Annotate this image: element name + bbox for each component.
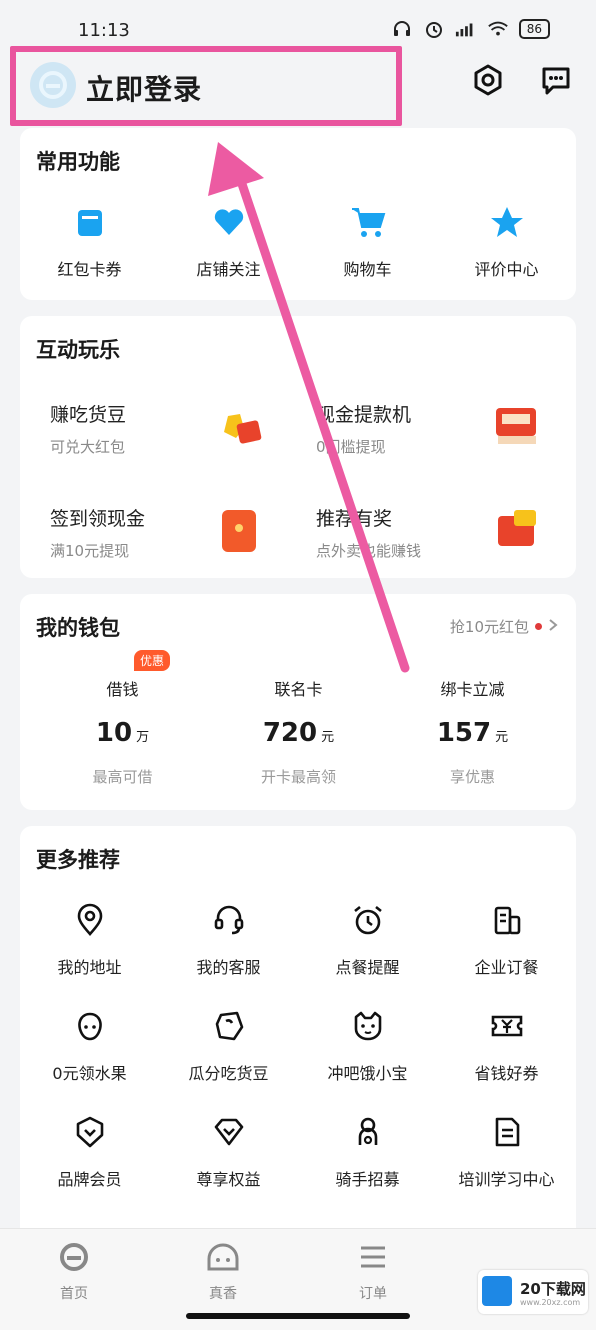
tab-orders[interactable]: 订单 [323,1237,423,1303]
home-icon [54,1237,94,1277]
watermark-logo-icon [482,1276,512,1306]
tab-label: 订单 [359,1286,387,1302]
bowl-icon [203,1237,243,1277]
home-indicator[interactable] [186,1313,410,1319]
watermark-text: 20下载网 [520,1280,586,1298]
list-icon [353,1237,393,1277]
tab-discover[interactable]: 真香 [173,1237,273,1303]
tab-label: 真香 [209,1286,237,1302]
tab-label: 首页 [60,1286,88,1302]
tab-home[interactable]: 首页 [24,1237,124,1303]
annotation-arrow [208,142,410,673]
watermark-url: www.20xz.com [520,1298,581,1307]
site-watermark: 20下载网 www.20xz.com [478,1270,588,1314]
